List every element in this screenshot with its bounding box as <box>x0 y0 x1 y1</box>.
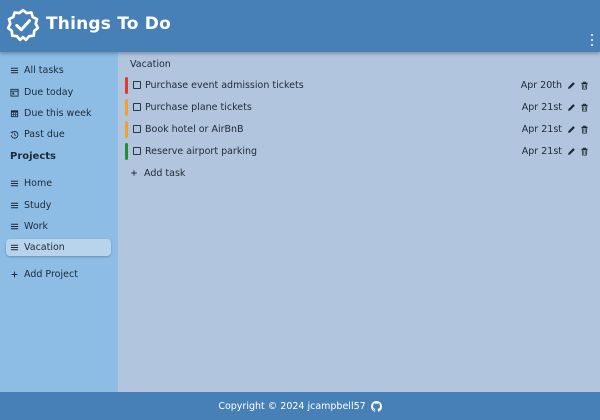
sidebar-item-label: Work <box>24 221 49 232</box>
task-name: Book hotel or AirBnB <box>145 124 244 135</box>
sidebar-item-label: Due today <box>24 87 74 98</box>
sidebar-item-work[interactable]: Work <box>6 218 111 235</box>
add-project-button[interactable]: Add Project <box>6 266 111 283</box>
sidebar-item-vacation[interactable]: Vacation <box>6 239 111 256</box>
sidebar: All tasks Due today Due this week Past d… <box>0 52 118 392</box>
copyright-text: Copyright © 2024 jcampbell57 <box>218 400 366 412</box>
task-checkbox[interactable] <box>133 81 141 89</box>
task-panel: Vacation Purchase event admission ticket… <box>118 52 600 392</box>
sidebar-item-due-this-week[interactable]: Due this week <box>6 105 111 122</box>
priority-indicator <box>125 77 128 94</box>
task-checkbox[interactable] <box>133 103 141 111</box>
add-task-button[interactable]: Add task <box>130 166 185 180</box>
add-project-label: Add Project <box>24 269 78 280</box>
calendar-today-icon <box>10 88 19 97</box>
task-row: Purchase event admission tickets Apr 20t… <box>125 77 590 94</box>
task-due-date: Apr 21st <box>521 102 562 113</box>
task-row: Reserve airport parking Apr 21st <box>125 143 590 160</box>
badge-check-icon <box>6 8 40 42</box>
list-icon <box>10 180 19 187</box>
github-icon[interactable] <box>370 400 382 412</box>
task-due-date: Apr 21st <box>521 146 562 157</box>
task-row: Purchase plane tickets Apr 21st <box>125 99 590 116</box>
task-due-date: Apr 21st <box>521 124 562 135</box>
list-icon <box>10 223 19 230</box>
task-checkbox[interactable] <box>133 125 141 133</box>
task-due-date: Apr 20th <box>520 80 562 91</box>
app-header: Things To Do <box>0 0 600 52</box>
list-icon <box>10 202 19 209</box>
projects-heading: Projects <box>10 151 57 162</box>
sidebar-item-label: Home <box>24 178 53 189</box>
task-name: Reserve airport parking <box>145 146 258 157</box>
calendar-week-icon <box>10 110 19 118</box>
sidebar-item-label: Past due <box>24 129 65 140</box>
project-title: Vacation <box>130 59 171 70</box>
sidebar-item-label: All tasks <box>24 65 64 76</box>
sidebar-item-all-tasks[interactable]: All tasks <box>6 62 111 79</box>
trash-icon[interactable] <box>580 81 589 90</box>
sidebar-item-due-today[interactable]: Due today <box>6 84 111 101</box>
list-icon <box>10 244 19 251</box>
sidebar-item-home[interactable]: Home <box>6 175 111 192</box>
task-checkbox[interactable] <box>133 147 141 155</box>
task-name: Purchase plane tickets <box>145 102 252 113</box>
add-task-label: Add task <box>144 167 186 179</box>
sidebar-item-past-due[interactable]: Past due <box>6 126 111 143</box>
priority-indicator <box>125 99 128 116</box>
priority-indicator <box>125 121 128 138</box>
priority-indicator <box>125 143 128 160</box>
sidebar-item-study[interactable]: Study <box>6 197 111 214</box>
plus-icon <box>11 271 18 278</box>
pencil-icon[interactable] <box>567 125 576 134</box>
trash-icon[interactable] <box>580 125 589 134</box>
task-name: Purchase event admission tickets <box>145 80 304 91</box>
pencil-icon[interactable] <box>567 81 576 90</box>
trash-icon[interactable] <box>580 103 589 112</box>
plus-icon <box>131 170 137 176</box>
task-row: Book hotel or AirBnB Apr 21st <box>125 121 590 138</box>
history-icon <box>10 131 19 139</box>
list-icon <box>10 67 19 74</box>
sidebar-item-label: Due this week <box>24 108 92 119</box>
trash-icon[interactable] <box>580 147 589 156</box>
app-footer: Copyright © 2024 jcampbell57 <box>0 392 600 420</box>
sidebar-item-label: Vacation <box>24 242 65 253</box>
more-menu-icon[interactable] <box>589 34 595 46</box>
pencil-icon[interactable] <box>567 147 576 156</box>
sidebar-item-label: Study <box>24 200 52 211</box>
pencil-icon[interactable] <box>567 103 576 112</box>
app-title: Things To Do <box>46 14 171 34</box>
